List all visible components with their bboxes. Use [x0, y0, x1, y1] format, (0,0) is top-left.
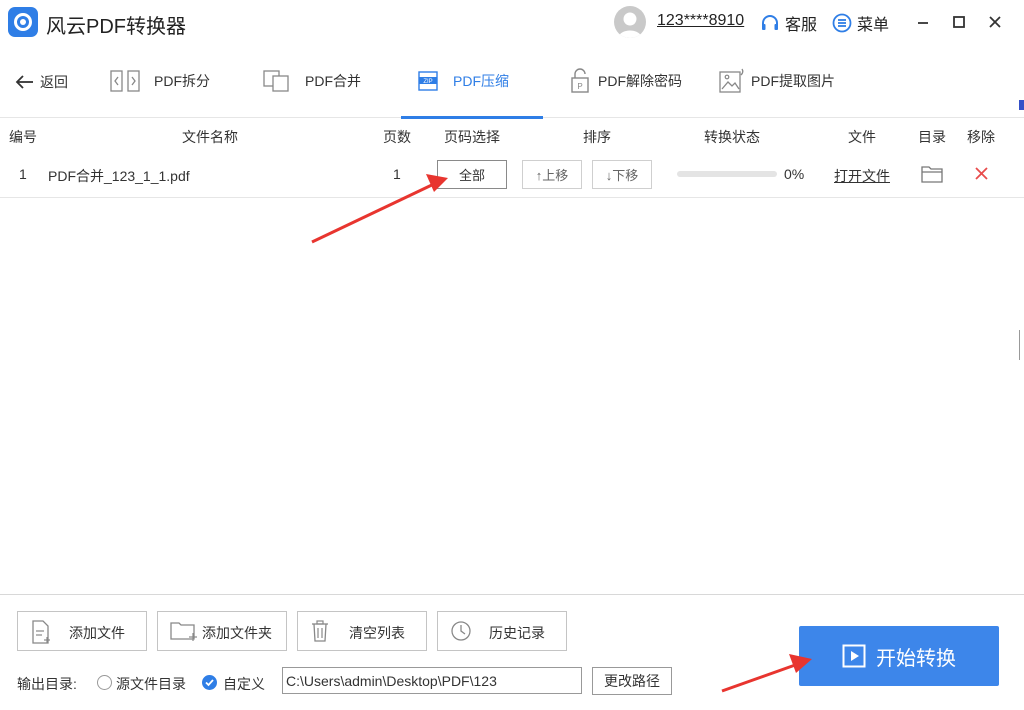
- conversion-progress-bar: [677, 171, 777, 177]
- column-header: 文件名称: [182, 129, 238, 145]
- clear-list-button[interactable]: 清空列表: [297, 611, 427, 651]
- tab-label: PDF压缩: [453, 73, 509, 89]
- maximize-icon: [953, 16, 965, 28]
- column-header: 排序: [583, 129, 611, 145]
- column-header: 页数: [383, 129, 411, 145]
- radio-custom-dir[interactable]: [202, 675, 217, 690]
- bottom-panel: 添加文件 添加文件夹 清空列表 历史记录 输出目录: 源文件目录 自定义 C:\…: [0, 594, 1024, 710]
- start-convert-button[interactable]: 开始转换: [799, 626, 999, 686]
- zip-icon: ZIP: [417, 70, 439, 92]
- arrow-left-icon: [15, 75, 33, 89]
- start-convert-label: 开始转换: [876, 647, 956, 670]
- check-icon: [205, 679, 214, 687]
- edge-marker: [1019, 100, 1024, 110]
- open-file-link[interactable]: 打开文件: [834, 166, 890, 186]
- add-file-label: 添加文件: [69, 625, 125, 641]
- maximize-button[interactable]: [947, 10, 971, 34]
- row-filename: PDF合并_123_1_1.pdf: [48, 168, 190, 184]
- image-extract-icon: [719, 68, 747, 94]
- add-folder-label: 添加文件夹: [202, 625, 272, 641]
- output-dir-label: 输出目录:: [17, 676, 77, 692]
- history-label: 历史记录: [489, 625, 545, 641]
- menu-label: 菜单: [857, 17, 890, 34]
- tab-label: PDF解除密码: [598, 73, 682, 89]
- user-name-link[interactable]: 123****8910: [657, 12, 744, 30]
- unlock-icon: P: [570, 68, 590, 94]
- add-folder-button[interactable]: 添加文件夹: [157, 611, 287, 651]
- tab-pdf-merge[interactable]: PDF合并: [263, 44, 361, 118]
- minimize-button[interactable]: [911, 10, 935, 34]
- user-avatar-icon[interactable]: [614, 6, 646, 38]
- close-icon: [989, 16, 1001, 28]
- minimize-icon: [918, 22, 928, 24]
- page-select-button[interactable]: 全部: [437, 160, 507, 189]
- column-header: 转换状态: [704, 129, 760, 145]
- menu-button[interactable]: 菜单: [832, 11, 889, 35]
- tab-pdf-split[interactable]: PDF拆分: [110, 44, 210, 118]
- progress-percent: 0%: [784, 166, 805, 182]
- app-logo-icon: [8, 7, 38, 37]
- tab-label: PDF提取图片: [751, 73, 835, 89]
- history-button[interactable]: 历史记录: [437, 611, 567, 651]
- folder-icon[interactable]: [921, 164, 943, 187]
- table-row: 1 PDF合并_123_1_1.pdf 1 全部 ↑上移 ↓下移 0% 打开文件: [0, 152, 1024, 198]
- tab-label: PDF拆分: [154, 73, 210, 89]
- add-file-icon: [30, 620, 52, 647]
- add-folder-icon: [170, 620, 198, 645]
- close-button[interactable]: [983, 10, 1007, 34]
- column-header: 文件: [848, 129, 876, 145]
- play-icon: [842, 644, 866, 668]
- back-button[interactable]: 返回: [14, 72, 68, 92]
- headset-icon: [762, 15, 778, 30]
- service-label: 客服: [785, 17, 818, 34]
- clock-icon: [450, 620, 472, 645]
- file-table-header: 编号 文件名称 页数 页码选择 排序 转换状态 文件 目录 移除: [0, 118, 1024, 152]
- app-window: 风云PDF转换器 123****8910 客服 菜单 返回 PDF拆分 PDF合…: [0, 0, 1024, 710]
- clear-list-label: 清空列表: [349, 625, 405, 641]
- merge-icon: [263, 70, 291, 92]
- radio-source-dir[interactable]: [97, 675, 112, 690]
- remove-icon[interactable]: [974, 166, 989, 184]
- change-path-button[interactable]: 更改路径: [592, 667, 672, 695]
- trash-icon: [310, 620, 330, 645]
- tab-pdf-extract-images[interactable]: PDF提取图片: [719, 44, 835, 118]
- app-title: 风云PDF转换器: [46, 16, 186, 38]
- column-header: 页码选择: [444, 129, 500, 145]
- menu-icon: [832, 13, 852, 33]
- tab-pdf-compress[interactable]: ZIP PDF压缩: [401, 44, 543, 119]
- add-file-button[interactable]: 添加文件: [17, 611, 147, 651]
- column-header: 目录: [918, 129, 946, 145]
- edge-handle: [1019, 330, 1024, 360]
- custom-dir-label: 自定义: [223, 676, 265, 692]
- tab-pdf-unlock[interactable]: P PDF解除密码: [570, 44, 682, 118]
- title-bar: 风云PDF转换器 123****8910 客服 菜单: [0, 0, 1024, 44]
- row-page-count: 1: [393, 166, 401, 182]
- svg-text:P: P: [577, 82, 582, 91]
- service-button[interactable]: 客服: [760, 11, 817, 35]
- tab-label: PDF合并: [305, 73, 361, 89]
- back-label: 返回: [40, 74, 68, 90]
- row-index: 1: [19, 166, 27, 182]
- column-header: 编号: [9, 129, 37, 145]
- split-icon: [110, 70, 140, 92]
- move-up-button[interactable]: ↑上移: [522, 160, 582, 189]
- function-toolbar: 返回 PDF拆分 PDF合并 ZIP PDF压缩 P PDF解除密码 PDF提取…: [0, 44, 1024, 119]
- move-down-button[interactable]: ↓下移: [592, 160, 652, 189]
- output-path-input[interactable]: [282, 667, 582, 694]
- column-header: 移除: [967, 129, 995, 145]
- source-dir-label: 源文件目录: [116, 676, 186, 692]
- svg-text:ZIP: ZIP: [423, 79, 432, 85]
